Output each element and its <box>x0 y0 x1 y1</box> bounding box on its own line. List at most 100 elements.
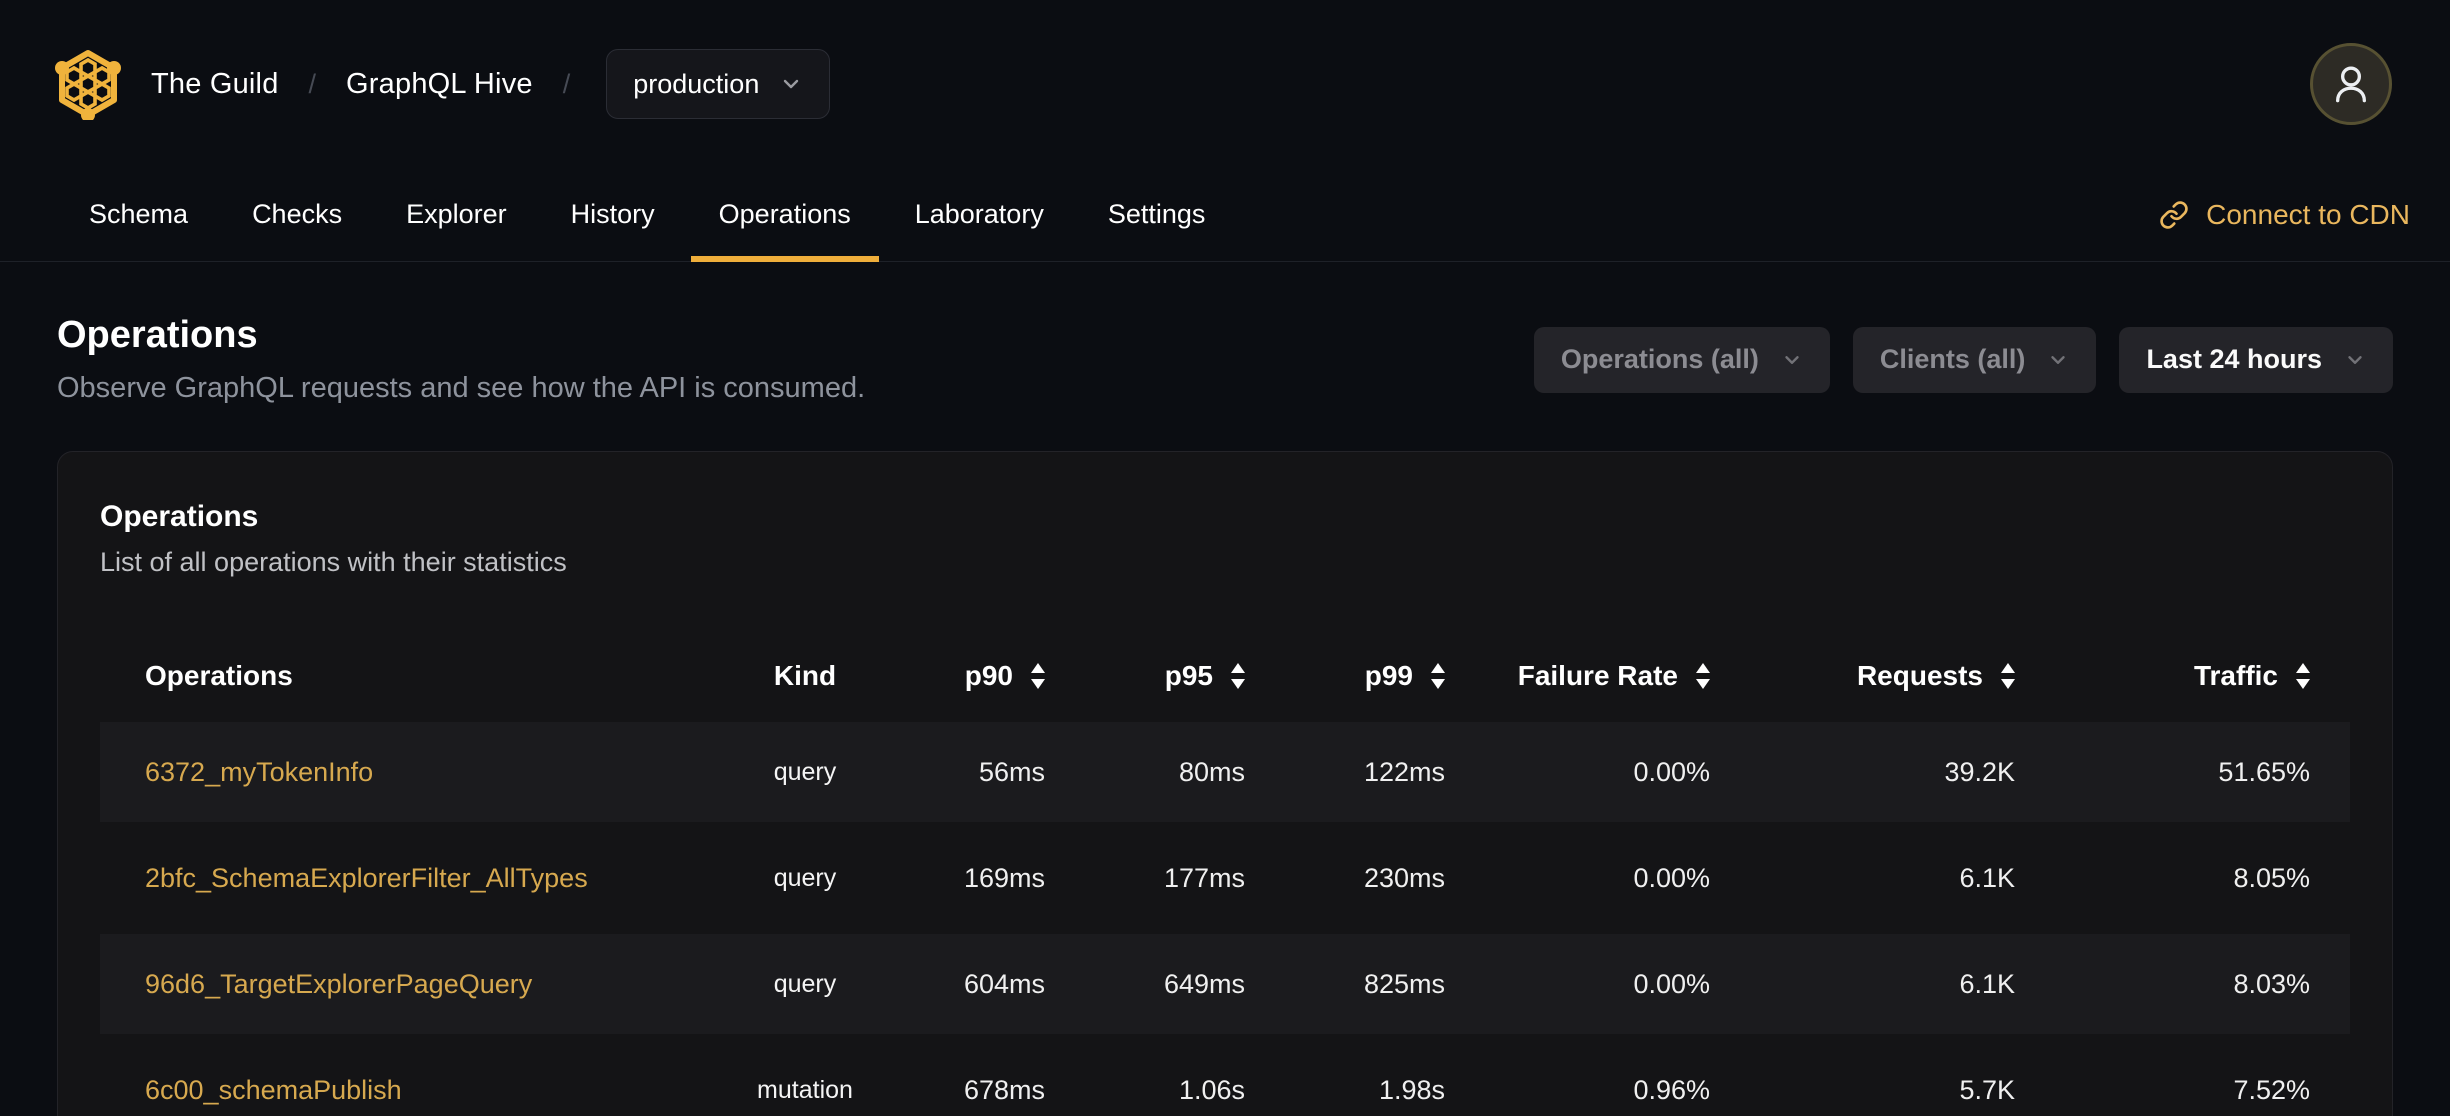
page-title: Operations <box>57 314 258 356</box>
sort-asc-icon <box>1031 663 1045 673</box>
cell-p90: 169ms <box>963 862 1045 893</box>
nav-tabs: Schema Checks Explorer History Operations Lab… <box>89 168 1206 262</box>
cell-p90: 604ms <box>963 968 1045 999</box>
column-header-label: p90 <box>964 660 1013 691</box>
nav-tab-laboratory[interactable]: Laboratory <box>915 168 1044 261</box>
table-row[interactable]: 2bfc_SchemaExplorerFilter_AllTypes query… <box>100 828 2350 928</box>
cell-traffic: 8.03% <box>2233 968 2310 999</box>
connect-cdn-link[interactable]: Connect to CDN <box>2159 168 2410 261</box>
cell-traffic: 8.05% <box>2233 862 2310 893</box>
nav-tab-settings[interactable]: Settings <box>1108 168 1206 261</box>
table-row[interactable]: 6c00_schemaPublish mutation 678ms 1.06s … <box>100 1040 2350 1116</box>
cell-operation: 6c00_schemaPublish <box>100 1075 685 1106</box>
nav-tab-label: Explorer <box>406 199 507 229</box>
column-header-failure-rate: Failure Rate <box>1485 660 1750 692</box>
column-header-label: Kind <box>773 660 837 691</box>
user-icon <box>2331 62 2371 106</box>
cell-kind: query <box>773 863 837 892</box>
main-content: Operations Observe GraphQL requests and … <box>0 314 2450 1116</box>
sort-asc-icon <box>2296 663 2310 673</box>
cell-failure-rate: 0.00% <box>1633 968 1710 999</box>
column-header-label: Requests <box>1856 660 1983 691</box>
cell-p95: 649ms <box>1163 968 1245 999</box>
page-head: Operations Observe GraphQL requests and … <box>57 314 2393 405</box>
sort-desc-icon <box>1231 679 1245 689</box>
cell-p90: 56ms <box>978 756 1045 787</box>
sort-icon[interactable] <box>1231 663 1245 689</box>
project-name[interactable]: GraphQL Hive <box>346 68 533 101</box>
operation-link[interactable]: 6372_myTokenInfo <box>145 757 373 788</box>
hive-logo-icon <box>55 48 121 120</box>
sort-desc-icon <box>1696 679 1710 689</box>
nav-tab-explorer[interactable]: Explorer <box>406 168 507 261</box>
cell-requests: 5.7K <box>1959 1074 2015 1105</box>
column-header-label: p95 <box>1164 660 1213 691</box>
cell-traffic: 51.65% <box>2218 756 2310 787</box>
chevron-down-icon <box>2047 349 2069 371</box>
chevron-down-icon <box>2344 349 2366 371</box>
cell-p90: 678ms <box>963 1074 1045 1105</box>
filter-dropdown-label: Clients (all) <box>1879 344 2026 374</box>
operation-link[interactable]: 96d6_TargetExplorerPageQuery <box>145 969 532 1000</box>
cell-kind: query <box>773 757 837 786</box>
cell-p95: 177ms <box>1163 862 1245 893</box>
column-header-kind: Kind <box>685 660 925 692</box>
sort-icon[interactable] <box>1031 663 1045 689</box>
cell-requests: 39.2K <box>1944 756 2015 787</box>
nav-tab-label: Operations <box>718 199 851 229</box>
column-header-label: Failure Rate <box>1517 660 1678 691</box>
nav-tab-history[interactable]: History <box>571 168 655 261</box>
nav-tab-operations[interactable]: Operations <box>690 168 879 262</box>
sort-icon[interactable] <box>2001 663 2015 689</box>
target-selector[interactable]: production <box>606 49 831 119</box>
sort-icon[interactable] <box>1431 663 1445 689</box>
target-selector-value: production <box>633 68 760 99</box>
breadcrumb-separator: / <box>562 68 571 99</box>
table-row[interactable]: 96d6_TargetExplorerPageQuery query 604ms… <box>100 934 2350 1034</box>
nav-tab-label: Schema <box>89 199 189 229</box>
page-title-block: Operations Observe GraphQL requests and … <box>57 314 865 405</box>
cell-p95: 1.06s <box>1178 1074 1245 1105</box>
filter-dropdown[interactable]: Operations (all) <box>1533 326 1830 393</box>
operation-link[interactable]: 2bfc_SchemaExplorerFilter_AllTypes <box>145 863 588 894</box>
sort-asc-icon <box>1431 663 1445 673</box>
chevron-down-icon <box>779 72 803 96</box>
cell-traffic: 7.52% <box>2233 1074 2310 1105</box>
filters: Operations (all) Clients (all) Last 24 h… <box>1533 326 2393 393</box>
table-body: 6372_myTokenInfo query 56ms 80ms 122ms 0… <box>100 722 2350 1116</box>
nav-tab-checks[interactable]: Checks <box>252 168 342 261</box>
nav-tab-label: Checks <box>252 199 343 229</box>
filter-dropdown[interactable]: Last 24 hours <box>2119 326 2393 393</box>
cell-p95: 80ms <box>1178 756 1245 787</box>
cell-kind: mutation <box>757 1075 853 1104</box>
sort-asc-icon <box>1231 663 1245 673</box>
sort-desc-icon <box>2296 679 2310 689</box>
sort-desc-icon <box>2001 679 2015 689</box>
column-header-label: Operations <box>145 660 293 691</box>
user-avatar[interactable] <box>2310 43 2392 125</box>
cell-requests: 6.1K <box>1959 968 2015 999</box>
card-title: Operations <box>100 500 259 533</box>
column-header-p99: p99 <box>1285 660 1485 692</box>
table-row[interactable]: 6372_myTokenInfo query 56ms 80ms 122ms 0… <box>100 722 2350 822</box>
column-header-traffic: Traffic <box>2055 660 2350 692</box>
nav-tab-label: Settings <box>1107 199 1206 229</box>
column-header-label: p99 <box>1364 660 1413 691</box>
nav-tab-label: History <box>570 199 655 229</box>
topbar: The Guild / GraphQL Hive / production <box>0 0 2450 168</box>
nav-tab-schema[interactable]: Schema <box>89 168 188 261</box>
chevron-down-icon <box>1781 349 1803 371</box>
sort-desc-icon <box>1031 679 1045 689</box>
operation-link[interactable]: 6c00_schemaPublish <box>145 1075 402 1106</box>
cell-p99: 122ms <box>1363 756 1445 787</box>
filter-dropdown[interactable]: Clients (all) <box>1852 326 2097 393</box>
org-name[interactable]: The Guild <box>151 68 279 101</box>
sort-icon[interactable] <box>1696 663 1710 689</box>
column-header-requests: Requests <box>1750 660 2055 692</box>
column-header-operations: Operations <box>100 660 685 692</box>
sort-asc-icon <box>2001 663 2015 673</box>
cell-failure-rate: 0.00% <box>1633 862 1710 893</box>
sort-icon[interactable] <box>2296 663 2310 689</box>
cell-requests: 6.1K <box>1959 862 2015 893</box>
breadcrumb: The Guild / GraphQL Hive / production <box>55 48 831 120</box>
